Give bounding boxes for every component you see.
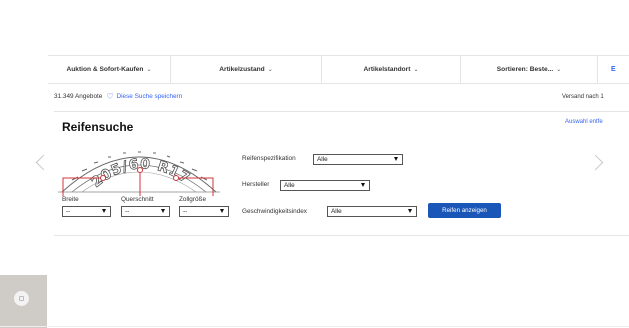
view-toggle[interactable]: E — [611, 56, 616, 83]
dropdown-arrow-icon — [394, 157, 398, 161]
dropdown-arrow-icon — [220, 209, 224, 213]
speed-index-select[interactable]: Alle — [327, 206, 417, 217]
profile-label: Querschnitt — [121, 196, 154, 203]
rim-size-select-value: -- — [183, 208, 188, 215]
divider — [54, 235, 629, 236]
divider — [54, 111, 629, 112]
svg-text:205/60 R17: 205/60 R17 — [89, 156, 193, 191]
filter-condition-label: Artikelzustand — [219, 66, 265, 73]
shipping-destination[interactable]: Versand nach 1 — [562, 94, 604, 100]
filter-location[interactable]: Artikelstandort ⌄ — [322, 56, 461, 83]
filter-bar: Auktion & Sofort-Kaufen ⌄ Artikelzustand ⌄… — [48, 55, 629, 84]
dropdown-arrow-icon — [408, 209, 412, 213]
filter-location-label: Artikelstandort — [363, 66, 411, 73]
chevron-left-icon[interactable] — [35, 154, 52, 171]
filter-auction-buy-now[interactable]: Auktion & Sofort-Kaufen ⌄ — [48, 56, 171, 83]
tyre-search-title: Reifensuche — [62, 120, 134, 134]
speed-index-label: Geschwindigkeitsindex — [242, 208, 308, 215]
width-select-value: -- — [66, 208, 71, 215]
filter-condition[interactable]: Artikelzustand ⌄ — [171, 56, 322, 83]
spec-select[interactable]: Alle — [313, 154, 403, 165]
spec-select-value: Alle — [317, 156, 328, 163]
width-label: Breite — [62, 196, 79, 203]
tyre-marking-text: 205/60 R17 — [88, 156, 192, 191]
spec-label: Reifenspezifikation — [242, 155, 296, 162]
show-tyres-button[interactable]: Reifen anzeigen — [428, 203, 501, 218]
rim-size-select[interactable]: -- — [179, 206, 229, 217]
result-count: 31.349 Angebote — [54, 93, 103, 100]
remove-selection-link[interactable]: Auswahl entfe — [565, 119, 603, 125]
save-search-link[interactable]: Diese Suche speichern — [117, 93, 183, 100]
chevron-down-icon: ⌄ — [267, 67, 273, 73]
manufacturer-select-value: Alle — [284, 182, 295, 189]
chevron-down-icon: ⌄ — [413, 67, 419, 73]
profile-select[interactable]: -- — [121, 206, 170, 217]
divider — [0, 326, 629, 327]
width-select[interactable]: -- — [62, 206, 111, 217]
heart-icon[interactable]: ♡ — [106, 92, 113, 101]
manufacturer-label: Hersteller — [242, 181, 270, 188]
dropdown-arrow-icon — [361, 183, 365, 187]
manufacturer-select[interactable]: Alle — [280, 180, 370, 191]
speed-index-select-value: Alle — [331, 208, 342, 215]
feedback-icon-glyph — [19, 296, 24, 301]
sort-label: Sortieren: Beste... — [496, 66, 554, 73]
results-summary: 31.349 Angebote ♡ Diese Suche speichern — [54, 92, 182, 101]
tyre-illustration: 205/60 R17 — [58, 151, 220, 196]
profile-select-value: -- — [125, 208, 130, 215]
sort-dropdown[interactable]: Sortieren: Beste... ⌄ — [461, 56, 598, 83]
chevron-right-icon[interactable] — [587, 154, 604, 171]
rim-size-label: Zollgröße — [179, 196, 206, 203]
chevron-down-icon: ⌄ — [556, 67, 562, 73]
dropdown-arrow-icon — [102, 209, 106, 213]
chevron-down-icon: ⌄ — [146, 67, 152, 73]
dropdown-arrow-icon — [161, 209, 165, 213]
filter-auction-label: Auktion & Sofort-Kaufen — [66, 66, 144, 73]
